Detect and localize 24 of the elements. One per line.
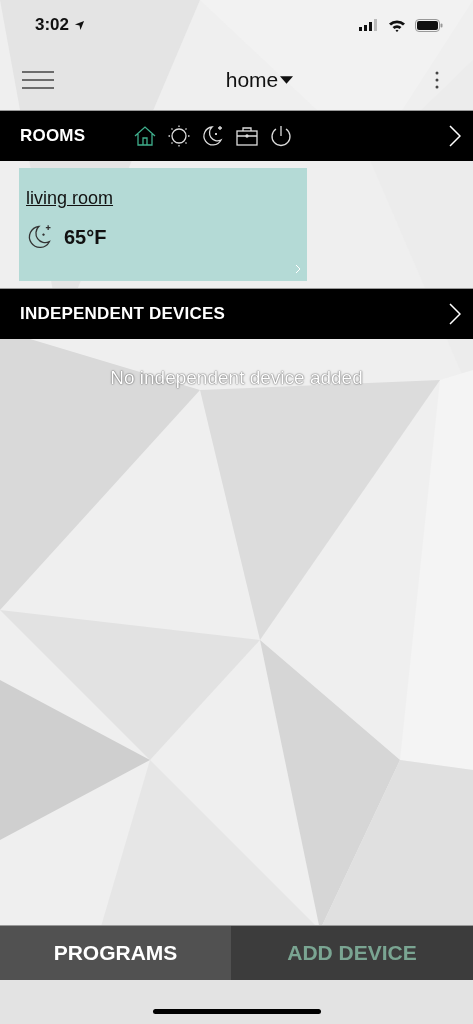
bottom-tab[interactable]: PROGRAMS	[0, 926, 232, 980]
rooms-title: ROOMS	[20, 126, 86, 146]
wifi-icon	[388, 18, 406, 32]
home-icon[interactable]	[133, 124, 158, 148]
battery-icon	[415, 18, 443, 32]
room-card[interactable]: living room 65°F	[19, 168, 307, 281]
chevron-right-icon[interactable]	[449, 125, 461, 147]
moon-icon	[26, 223, 54, 251]
sun-icon[interactable]	[167, 124, 192, 148]
room-name[interactable]: living room	[26, 188, 114, 208]
briefcase-icon[interactable]	[235, 124, 260, 148]
chevron-right-icon	[295, 264, 301, 274]
menu-icon[interactable]	[22, 71, 54, 89]
bottom-tab[interactable]: ADD DEVICE	[231, 926, 473, 980]
chevron-right-icon[interactable]	[449, 303, 461, 325]
power-icon[interactable]	[269, 124, 294, 148]
signal-icon	[359, 19, 379, 31]
home-dropdown[interactable]: home	[225, 68, 294, 92]
room-temperature: 65°F	[64, 225, 107, 249]
more-icon[interactable]	[435, 71, 439, 89]
caret-icon	[280, 76, 294, 84]
location-icon	[74, 19, 86, 31]
status-time: 3:02	[35, 15, 70, 35]
devices-title: INDEPENDENT DEVICES	[20, 304, 225, 324]
